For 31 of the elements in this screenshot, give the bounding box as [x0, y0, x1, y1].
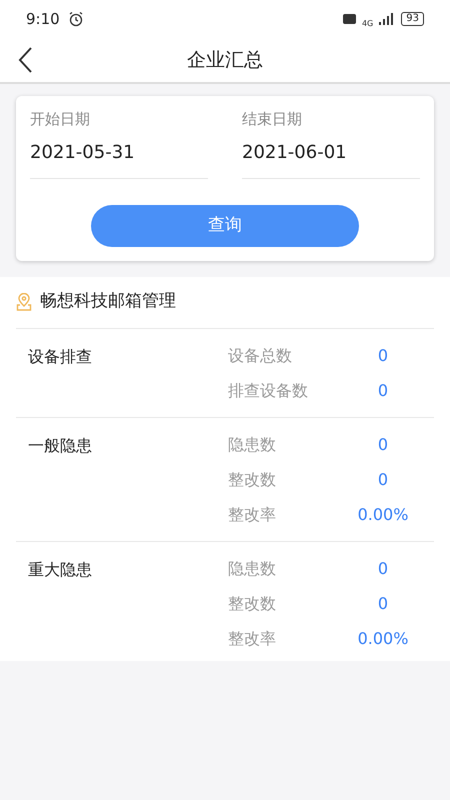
signal-icon: [379, 13, 396, 25]
metric-label: 隐患数: [228, 434, 277, 456]
group-title: 设备排查: [28, 346, 93, 368]
metric-value: 0: [376, 469, 390, 491]
metric-label: 整改率: [228, 628, 277, 650]
metric-value: 0.00%: [356, 628, 410, 650]
metric-label: 设备总数: [228, 345, 293, 367]
metric-value: 0: [376, 593, 390, 615]
location-pin-icon: [16, 293, 32, 311]
date-label: 开始日期: [30, 109, 90, 130]
metric-label: 整改率: [228, 504, 277, 526]
metric-value: 0: [376, 380, 390, 402]
date-field[interactable]: 2021-05-31: [30, 138, 208, 178]
status-time: 9:10: [26, 8, 60, 30]
metric-value: 0: [376, 434, 390, 456]
metric-label: 排查设备数: [228, 380, 309, 402]
metric-value: 0.00%: [356, 504, 410, 526]
alarm-icon: [68, 11, 84, 27]
metric-label: 整改数: [228, 593, 277, 615]
metric-label: 隐患数: [228, 558, 277, 580]
metric-value: 0: [376, 345, 390, 367]
network-label: 4G: [362, 20, 374, 28]
group-title: 重大隐患: [28, 558, 93, 580]
group-title: 一般隐患: [28, 434, 93, 456]
metric-value: 0: [376, 558, 390, 580]
page-title: 企业汇总: [187, 48, 263, 73]
metric-label: 整改数: [228, 469, 277, 491]
battery-indicator: 93: [401, 12, 424, 26]
company-name: 畅想科技邮箱管理: [40, 290, 176, 314]
date-field[interactable]: 2021-06-01: [242, 138, 420, 178]
date-label: 结束日期: [242, 109, 302, 130]
